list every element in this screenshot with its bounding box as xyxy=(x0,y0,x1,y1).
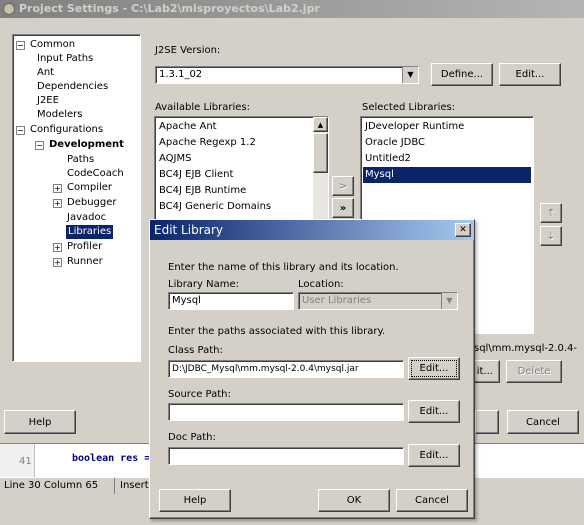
move-up-button[interactable]: ⇡ xyxy=(540,203,562,223)
list-item[interactable]: Untitled2 xyxy=(363,151,531,167)
j2se-version-select[interactable]: 1.3.1_02 ▼ xyxy=(155,66,419,84)
dropdown-arrow-icon[interactable]: ▼ xyxy=(441,293,457,309)
tree-item-configurations[interactable]: − Configurations xyxy=(16,123,103,137)
scroll-up-icon[interactable]: ▲ xyxy=(313,117,328,132)
dialog-intro-text: Enter the name of this library and its l… xyxy=(168,262,399,273)
dialog-ok-button[interactable]: OK xyxy=(318,489,390,512)
list-item[interactable]: JDeveloper Runtime xyxy=(363,119,531,135)
tree-item-compiler[interactable]: + Compiler xyxy=(53,181,112,195)
location-label: Location: xyxy=(298,279,344,290)
status-mode: Insert xyxy=(120,480,149,491)
list-item[interactable]: BC4J Generic Domains xyxy=(157,199,312,215)
collapse-icon[interactable]: − xyxy=(16,126,25,135)
tree-item-codecoach[interactable]: CodeCoach xyxy=(67,167,124,181)
doc-path-label: Doc Path: xyxy=(168,432,216,443)
vertical-scrollbar[interactable]: ▲ xyxy=(313,117,328,219)
double-arrow-right-icon: » xyxy=(339,202,347,214)
library-path-fragment: sql\mm.mysql-2.0.4- xyxy=(474,343,578,354)
status-position: Line 30 Column 65 xyxy=(4,480,99,491)
settings-tree[interactable]: − Common Input Paths Ant Dependencies J2… xyxy=(12,34,141,362)
list-item[interactable]: Apache Ant xyxy=(157,119,312,135)
line-gutter: 41 xyxy=(0,444,35,478)
window-title-bar: Project Settings - C:\Lab2\misproyectos\… xyxy=(0,0,584,18)
selected-libraries-label: Selected Libraries: xyxy=(362,102,456,113)
expand-icon[interactable]: + xyxy=(53,243,62,252)
tree-item-runner[interactable]: + Runner xyxy=(53,255,103,269)
define-button[interactable]: Define... xyxy=(431,63,493,86)
code-line: boolean res = xyxy=(72,453,151,464)
tree-item-libraries[interactable]: Libraries xyxy=(66,225,114,239)
expand-icon[interactable]: + xyxy=(53,184,62,193)
collapse-icon[interactable]: − xyxy=(16,41,25,50)
ok-button-partial[interactable] xyxy=(475,410,499,434)
tree-item-paths[interactable]: Paths xyxy=(67,153,94,167)
doc-path-input[interactable] xyxy=(168,447,404,465)
arrow-right-icon: > xyxy=(338,180,348,192)
available-libraries-label: Available Libraries: xyxy=(155,102,250,113)
list-item[interactable]: AQJMS xyxy=(157,151,312,167)
dropdown-arrow-icon[interactable]: ▼ xyxy=(402,67,418,83)
tree-item-input-paths[interactable]: Input Paths xyxy=(37,52,93,66)
scroll-thumb[interactable] xyxy=(313,133,328,173)
edit-source-path-button[interactable]: Edit... xyxy=(408,400,460,423)
dialog-title: Edit Library xyxy=(154,223,224,237)
tree-item-common[interactable]: − Common xyxy=(16,38,75,52)
list-item[interactable]: BC4J EJB Runtime xyxy=(157,183,312,199)
class-path-input[interactable]: D:\JDBC_Mysql\mm.mysql-2.0.4\mysql.jar xyxy=(168,360,404,378)
edit-j2se-button[interactable]: Edit... xyxy=(499,63,561,86)
tree-item-j2ee[interactable]: J2EE xyxy=(37,94,59,108)
tree-item-development[interactable]: − Development xyxy=(35,138,124,152)
edit-class-path-button[interactable]: Edit... xyxy=(408,357,460,380)
expand-icon[interactable]: + xyxy=(53,199,62,208)
tree-item-ant[interactable]: Ant xyxy=(37,66,54,80)
source-path-input[interactable] xyxy=(168,403,404,421)
expand-icon[interactable]: + xyxy=(53,258,62,267)
cancel-button[interactable]: Cancel xyxy=(507,410,579,434)
delete-button[interactable]: Delete xyxy=(506,360,562,383)
tree-item-profiler[interactable]: + Profiler xyxy=(53,240,102,254)
list-item-selected[interactable]: Mysql xyxy=(363,167,531,183)
list-item[interactable]: Apache Regexp 1.2 xyxy=(157,135,312,151)
close-icon[interactable]: ✕ xyxy=(455,223,471,237)
location-select[interactable]: User Libraries ▼ xyxy=(298,292,458,310)
paths-intro-text: Enter the paths associated with this lib… xyxy=(168,326,386,337)
class-path-label: Class Path: xyxy=(168,345,223,356)
move-down-icon: ⇣ xyxy=(546,230,556,242)
edit-doc-path-button[interactable]: Edit... xyxy=(408,444,460,467)
tree-item-dependencies[interactable]: Dependencies xyxy=(37,80,108,94)
line-number: 41 xyxy=(19,456,32,467)
app-icon xyxy=(3,3,15,15)
dialog-title-bar: Edit Library xyxy=(150,220,474,240)
collapse-icon[interactable]: − xyxy=(35,141,44,150)
tree-item-modelers[interactable]: Modelers xyxy=(37,108,83,122)
list-item[interactable]: BC4J EJB Client xyxy=(157,167,312,183)
tree-item-debugger[interactable]: + Debugger xyxy=(53,196,117,210)
dialog-cancel-button[interactable]: Cancel xyxy=(396,489,468,512)
help-button[interactable]: Help xyxy=(4,410,76,434)
move-down-button[interactable]: ⇣ xyxy=(540,226,562,246)
j2se-version-label: J2SE Version: xyxy=(155,45,221,56)
source-path-label: Source Path: xyxy=(168,389,231,400)
tree-item-javadoc[interactable]: Javadoc xyxy=(67,211,106,225)
move-all-right-button[interactable]: » xyxy=(332,198,354,218)
library-name-input[interactable]: Mysql xyxy=(168,292,294,310)
library-name-label: Library Name: xyxy=(168,279,240,290)
list-item[interactable]: Oracle JDBC xyxy=(363,135,531,151)
window-title: Project Settings - C:\Lab2\misproyectos\… xyxy=(19,2,320,15)
move-up-icon: ⇡ xyxy=(546,207,556,219)
available-libraries-list[interactable]: Apache Ant Apache Regexp 1.2 AQJMS BC4J … xyxy=(154,116,329,220)
dialog-help-button[interactable]: Help xyxy=(159,489,231,512)
edit-library-dialog: Edit Library ✕ Enter the name of this li… xyxy=(149,219,475,519)
move-right-button[interactable]: > xyxy=(332,176,354,196)
